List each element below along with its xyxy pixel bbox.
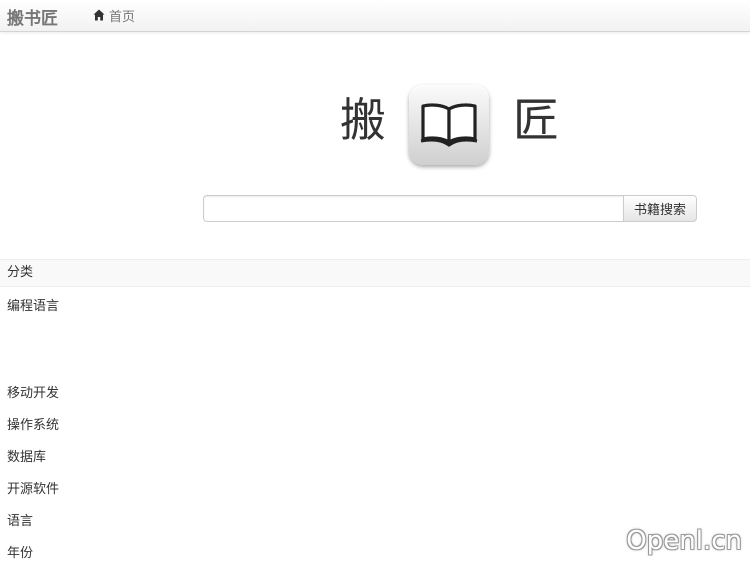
category-header: 分类 [0, 259, 750, 287]
nav-home-link[interactable]: 首页 [93, 6, 136, 25]
category-item-language[interactable]: 语言 [7, 513, 33, 531]
open-book-icon [409, 85, 489, 165]
category-item-mobile[interactable]: 移动开发 [7, 385, 59, 403]
category-item-os[interactable]: 操作系统 [7, 417, 59, 435]
category-item-opensource[interactable]: 开源软件 [7, 481, 59, 499]
watermark: Openl.cn [626, 526, 742, 556]
category-item-year[interactable]: 年份 [7, 545, 33, 563]
search-bar: 书籍搜索 [203, 195, 697, 222]
book-search-input[interactable] [203, 195, 623, 222]
book-search-button[interactable]: 书籍搜索 [623, 195, 697, 222]
site-logo: 搬 匠 [340, 83, 570, 167]
brand-link[interactable]: 搬书匠 [7, 4, 58, 29]
category-item-database[interactable]: 数据库 [7, 449, 46, 467]
top-navbar: 搬书匠 首页 [0, 0, 750, 32]
nav-home-label: 首页 [109, 9, 136, 25]
logo-char-right: 匠 [513, 93, 559, 147]
logo-char-left: 搬 [340, 93, 386, 147]
home-icon [93, 9, 105, 21]
category-item-programming[interactable]: 编程语言 [7, 298, 59, 316]
